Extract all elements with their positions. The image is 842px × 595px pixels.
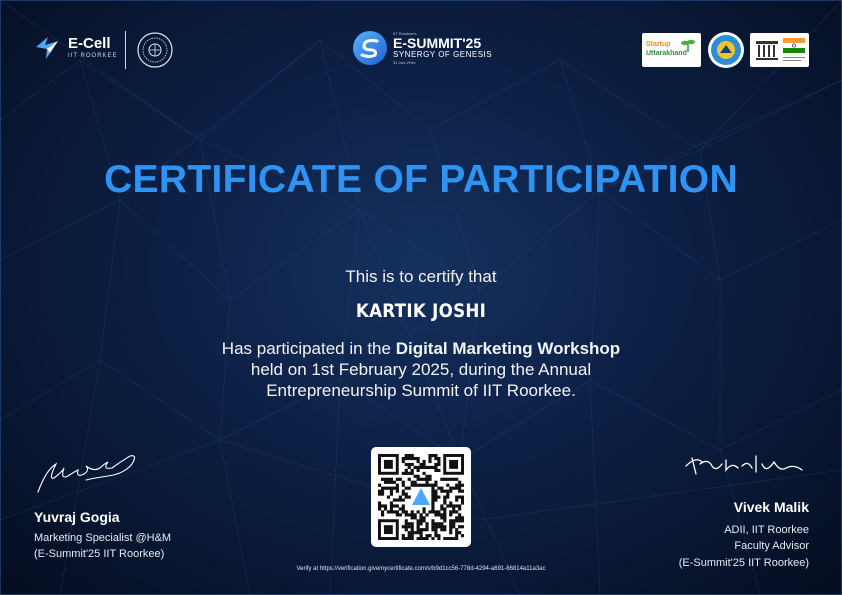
- ecell-bird-icon: [36, 37, 58, 59]
- certificate-title: CERTIFICATE OF PARTICIPATION: [104, 158, 738, 201]
- qr-center-logo-icon: [412, 488, 430, 505]
- esummit-title: E-SUMMIT'25: [393, 35, 482, 51]
- body-line2: held on 1st February 2025, during the An…: [250, 360, 592, 379]
- left-signatory-name: Yuvraj Gogia: [34, 509, 120, 525]
- india-flag-icon: [783, 38, 805, 53]
- uttarakhand-emblem-icon: [708, 32, 744, 68]
- right-signatory-line1: ADII, IIT Roorkee: [724, 524, 809, 536]
- esummit-tagline: SYNERGY OF GENESIS: [393, 50, 493, 59]
- ecell-logo: E-Cell IIT ROORKEE: [34, 33, 118, 61]
- certificate-body: Has participated in the Digital Marketin…: [0, 338, 842, 401]
- right-signatory-line2: Faculty Advisor: [734, 540, 809, 552]
- left-signatory-org: (E-Summit'25 IIT Roorkee): [34, 548, 165, 560]
- logo-divider: [125, 31, 126, 69]
- ecell-name: E-Cell: [68, 34, 111, 52]
- left-signatory-role: Marketing Specialist @H&M: [34, 532, 172, 544]
- esummit-emblem-icon: [353, 31, 387, 65]
- verification-qr-code[interactable]: [371, 447, 471, 547]
- left-signature: [37, 455, 136, 493]
- startup-uttarakhand-logo: Startup Uttarakhand: [642, 33, 701, 67]
- certify-intro: This is to certify that: [345, 267, 497, 286]
- sprout-icon: [681, 39, 695, 52]
- gov-of-india-logo: [750, 33, 809, 67]
- esummit-date: 31 Jan-2Feb: [393, 60, 416, 65]
- recipient-name: KARTIK JOSHI: [355, 300, 487, 322]
- body-prefix: Has participated in the: [221, 339, 396, 358]
- certificate: E-Cell IIT ROORKEE IIT Roorkee's E-SUMMI…: [0, 0, 842, 595]
- verification-link[interactable]: Verify at https://verification.givemycer…: [0, 566, 842, 572]
- event-name: Digital Marketing Workshop: [395, 339, 621, 358]
- qr-code-icon: [378, 454, 464, 540]
- body-line3: Entrepreneurship Summit of IIT Roorkee.: [266, 381, 576, 400]
- startup-line1: Startup: [646, 41, 671, 48]
- ecell-sub: IIT ROORKEE: [68, 52, 118, 59]
- body-line1: Has participated in the Digital Marketin…: [0, 338, 842, 359]
- iit-roorkee-seal-icon: [137, 32, 173, 68]
- ministry-emblem-icon: [756, 41, 778, 60]
- right-signatory-name: Vivek Malik: [733, 499, 809, 515]
- esummit-logo: IIT Roorkee's E-SUMMIT'25 SYNERGY OF GEN…: [352, 30, 492, 66]
- right-signature: [685, 455, 803, 475]
